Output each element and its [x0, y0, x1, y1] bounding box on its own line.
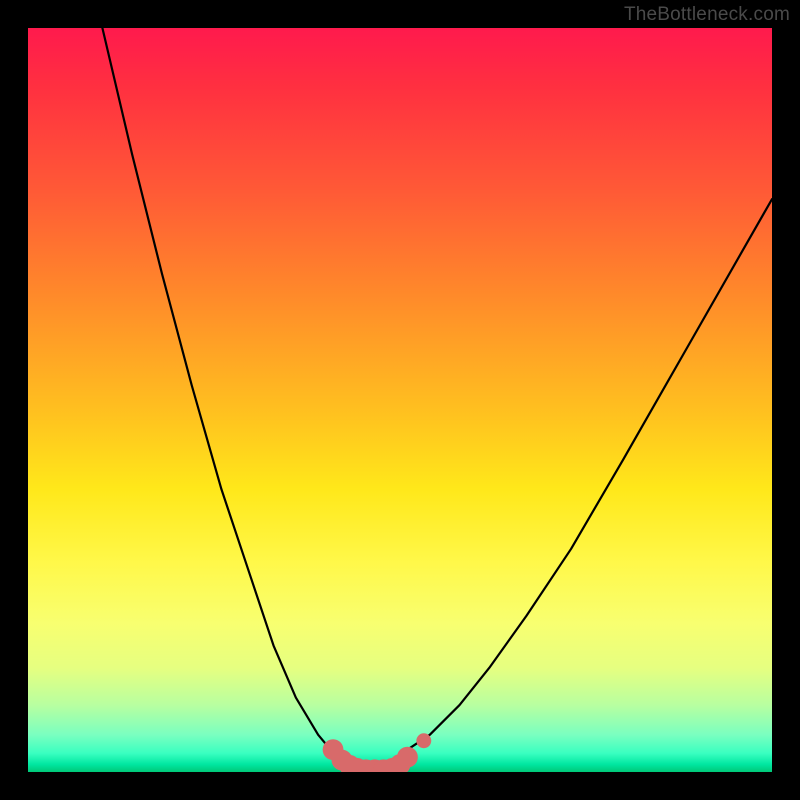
bottleneck-curve	[102, 28, 772, 770]
bottleneck-marker	[416, 733, 431, 748]
bottleneck-marker	[397, 747, 418, 768]
plot-area	[28, 28, 772, 772]
chart-frame: TheBottleneck.com	[0, 0, 800, 800]
attribution-watermark: TheBottleneck.com	[624, 4, 790, 26]
bottleneck-curve-svg	[28, 28, 772, 772]
